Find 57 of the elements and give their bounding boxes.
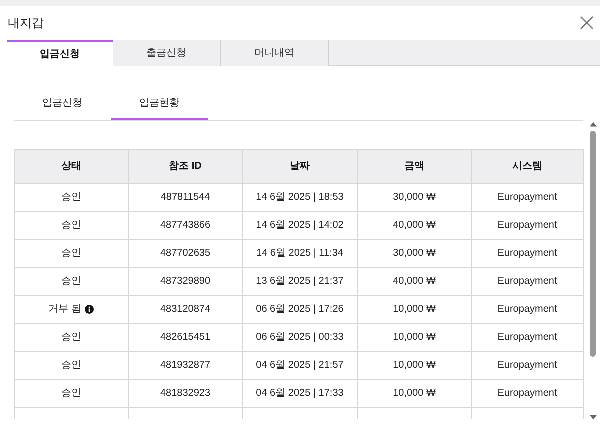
table-cell: Europayment: [472, 352, 584, 379]
tab[interactable]: 머니내역: [221, 40, 329, 66]
sub-tab[interactable]: 입금현황: [111, 88, 208, 120]
table-cell: Europayment: [472, 380, 584, 407]
close-icon: [580, 16, 594, 30]
table-cell: 14 6월 2025 | 18:53: [243, 184, 358, 211]
scroll-up-icon[interactable]: [590, 122, 596, 127]
table-cell-text: 승인: [62, 331, 82, 345]
table-cell: 06 6월 2025 | 17:26: [243, 296, 358, 323]
table-cell: Europayment: [472, 184, 584, 211]
window-title: 내지갑: [8, 15, 44, 32]
table-cell: 13 6월 2025 | 21:37: [243, 268, 358, 295]
table-cell-text: 승인: [62, 275, 82, 289]
table-cell-text: 승인: [62, 219, 82, 233]
table-cell-text: 거부 됨: [48, 303, 82, 317]
table-cell: 481832923: [129, 380, 243, 407]
table-cell: 482615451: [129, 324, 243, 351]
table-cell-text: 승인: [62, 247, 82, 261]
table-cell: 487743866: [129, 212, 243, 239]
table-cell: Europayment: [472, 240, 584, 267]
table-cell: 10,000 ₩: [358, 380, 472, 407]
table-cell: 487702635: [129, 240, 243, 267]
table-cell-text: 승인: [62, 191, 82, 205]
table-cell: 487329890: [129, 268, 243, 295]
table-cell: Europayment: [472, 324, 584, 351]
table-cell: Europayment: [472, 296, 584, 323]
table-cell: 04 6월 2025 | 21:57: [243, 352, 358, 379]
column-header: 상태: [15, 150, 129, 183]
table-cell: Europayment: [472, 268, 584, 295]
table-cell: 483120874: [129, 296, 243, 323]
info-icon[interactable]: [85, 305, 94, 314]
close-button[interactable]: [580, 16, 594, 30]
column-header: 시스템: [472, 150, 584, 183]
table-cell: Europayment: [472, 212, 584, 239]
table-cell: 06 6월 2025 | 00:33: [243, 324, 358, 351]
table-cell-text: 승인: [62, 387, 82, 401]
table-cell: 14 6월 2025 | 11:34: [243, 240, 358, 267]
table-cell: 40,000 ₩: [358, 268, 472, 295]
table-cell-text: 승인: [62, 359, 82, 373]
column-header: 날짜: [243, 150, 358, 183]
table-cell: 10,000 ₩: [358, 352, 472, 379]
table-cell: 481932877: [129, 352, 243, 379]
table-cell: 30,000 ₩: [358, 240, 472, 267]
tab[interactable]: 출금신청: [113, 40, 221, 66]
scroll-down-icon[interactable]: [590, 415, 596, 420]
scrollbar-thumb[interactable]: [590, 131, 596, 357]
table-cell: 04 6월 2025 | 17:33: [243, 380, 358, 407]
table-cell: 487811544: [129, 184, 243, 211]
tab[interactable]: 입금신청: [7, 40, 113, 66]
column-header: 참조 ID: [129, 150, 243, 183]
table-cell: 40,000 ₩: [358, 212, 472, 239]
table-cell: 14 6월 2025 | 14:02: [243, 212, 358, 239]
table-cell: 30,000 ₩: [358, 184, 472, 211]
sub-tab[interactable]: 입금신청: [14, 88, 111, 120]
column-header: 금액: [358, 150, 472, 183]
table-cell: 10,000 ₩: [358, 324, 472, 351]
table-cell: 10,000 ₩: [358, 296, 472, 323]
